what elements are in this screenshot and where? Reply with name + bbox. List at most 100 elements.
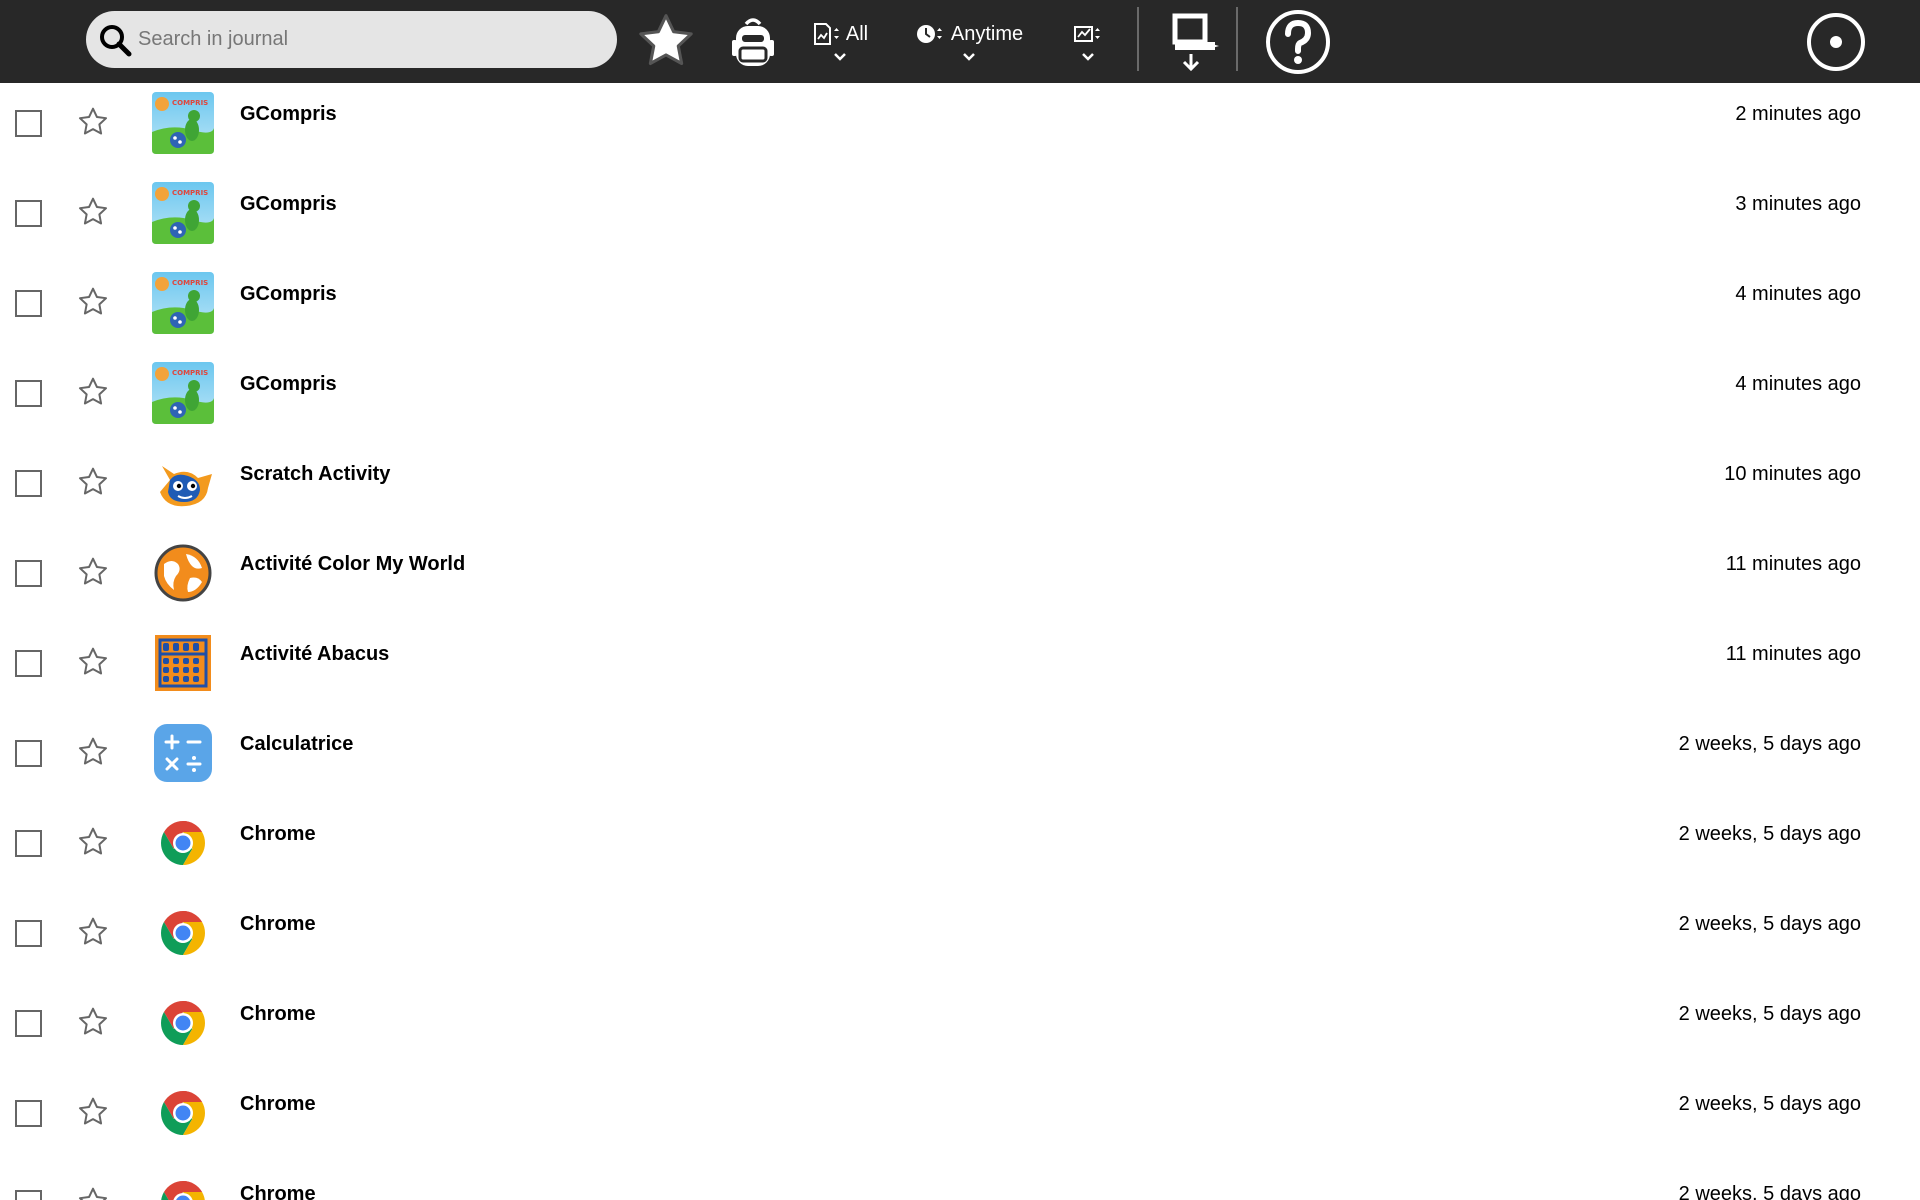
chrome-icon[interactable] bbox=[152, 1172, 214, 1200]
list-item[interactable]: Calculatrice 2 weeks, 5 days ago bbox=[0, 713, 1920, 803]
entry-title[interactable]: Chrome bbox=[240, 913, 316, 936]
entry-time: 2 weeks, 5 days ago bbox=[1678, 1003, 1861, 1025]
type-filter-label: All bbox=[845, 22, 869, 45]
gcompris-icon[interactable]: COMPRIS bbox=[152, 362, 214, 424]
list-item[interactable]: Activité Abacus 11 minutes ago bbox=[0, 623, 1920, 713]
gcompris-icon[interactable]: COMPRIS bbox=[152, 182, 214, 244]
device-download-icon bbox=[1172, 13, 1219, 72]
entry-time: 10 minutes ago bbox=[1724, 463, 1861, 485]
svg-text:COMPRIS: COMPRIS bbox=[172, 369, 208, 377]
favorite-star-icon[interactable] bbox=[76, 915, 110, 954]
entry-title[interactable]: Activité Abacus bbox=[240, 643, 389, 666]
select-checkbox[interactable] bbox=[15, 200, 42, 227]
chevron-down-icon bbox=[963, 53, 975, 61]
entry-time: 2 weeks, 5 days ago bbox=[1678, 733, 1861, 755]
help-button[interactable] bbox=[1264, 8, 1332, 76]
favorites-filter-button[interactable] bbox=[633, 8, 699, 74]
entry-title[interactable]: Activité Color My World bbox=[240, 553, 465, 576]
list-item[interactable]: COMPRIS GCompris 4 minutes ago bbox=[0, 353, 1920, 443]
select-checkbox[interactable] bbox=[15, 380, 42, 407]
favorite-star-icon[interactable] bbox=[76, 375, 110, 414]
list-item[interactable]: Chrome 2 weeks, 5 days ago bbox=[0, 803, 1920, 893]
journal-toolbar: All Anytime bbox=[0, 0, 1920, 83]
time-filter-button[interactable]: Anytime bbox=[914, 0, 1024, 83]
favorite-star-icon[interactable] bbox=[76, 735, 110, 774]
gcompris-icon[interactable]: COMPRIS bbox=[152, 92, 214, 154]
chrome-icon[interactable] bbox=[152, 902, 214, 964]
entry-title[interactable]: GCompris bbox=[240, 103, 337, 126]
entry-time: 4 minutes ago bbox=[1735, 373, 1861, 395]
backpack-button[interactable] bbox=[720, 10, 786, 76]
favorite-star-icon[interactable] bbox=[76, 1095, 110, 1134]
sort-button[interactable] bbox=[1070, 0, 1106, 83]
favorite-star-icon[interactable] bbox=[76, 1005, 110, 1044]
backpack-icon bbox=[732, 18, 774, 66]
star-filled-icon bbox=[639, 14, 693, 66]
select-checkbox[interactable] bbox=[15, 650, 42, 677]
entry-title[interactable]: Scratch Activity bbox=[240, 463, 390, 486]
list-item[interactable]: COMPRIS GCompris 4 minutes ago bbox=[0, 263, 1920, 353]
search-box[interactable] bbox=[86, 11, 617, 68]
list-item[interactable]: Chrome 2 weeks, 5 days ago bbox=[0, 983, 1920, 1073]
entry-time: 2 weeks, 5 days ago bbox=[1678, 913, 1861, 935]
entry-title[interactable]: Chrome bbox=[240, 823, 316, 846]
svg-text:COMPRIS: COMPRIS bbox=[172, 189, 208, 197]
list-item[interactable]: Scratch Activity 10 minutes ago bbox=[0, 443, 1920, 533]
entry-title[interactable]: Chrome bbox=[240, 1183, 316, 1200]
favorite-star-icon[interactable] bbox=[76, 105, 110, 144]
select-checkbox[interactable] bbox=[15, 1190, 42, 1200]
time-filter-label: Anytime bbox=[950, 22, 1024, 45]
favorite-star-icon[interactable] bbox=[76, 555, 110, 594]
select-checkbox[interactable] bbox=[15, 920, 42, 947]
entry-time: 2 weeks, 5 days ago bbox=[1678, 1093, 1861, 1115]
favorite-star-icon[interactable] bbox=[76, 645, 110, 684]
toolbar-separator bbox=[1236, 7, 1238, 71]
entry-title[interactable]: Chrome bbox=[240, 1003, 316, 1026]
select-checkbox[interactable] bbox=[15, 110, 42, 137]
type-filter-button[interactable]: All bbox=[810, 0, 870, 83]
favorite-star-icon[interactable] bbox=[76, 285, 110, 324]
select-checkbox[interactable] bbox=[15, 740, 42, 767]
list-item[interactable]: Chrome 2 weeks, 5 days ago bbox=[0, 1163, 1920, 1200]
chrome-icon[interactable] bbox=[152, 1082, 214, 1144]
copy-from-device-button[interactable] bbox=[1160, 8, 1230, 74]
search-input[interactable] bbox=[138, 28, 578, 51]
list-item[interactable]: Chrome 2 weeks, 5 days ago bbox=[0, 1073, 1920, 1163]
chrome-icon[interactable] bbox=[152, 992, 214, 1054]
select-checkbox[interactable] bbox=[15, 290, 42, 317]
select-checkbox[interactable] bbox=[15, 830, 42, 857]
entry-time: 2 weeks, 5 days ago bbox=[1678, 1183, 1861, 1200]
stop-button[interactable] bbox=[1806, 12, 1866, 72]
entry-title[interactable]: GCompris bbox=[240, 373, 337, 396]
list-item[interactable]: COMPRIS GCompris 2 minutes ago bbox=[0, 83, 1920, 173]
entry-title[interactable]: Chrome bbox=[240, 1093, 316, 1116]
favorite-star-icon[interactable] bbox=[76, 1185, 110, 1200]
entry-title[interactable]: GCompris bbox=[240, 283, 337, 306]
svg-text:COMPRIS: COMPRIS bbox=[172, 99, 208, 107]
gcompris-icon[interactable]: COMPRIS bbox=[152, 272, 214, 334]
abacus-icon[interactable] bbox=[152, 632, 214, 694]
chrome-icon[interactable] bbox=[152, 812, 214, 874]
favorite-star-icon[interactable] bbox=[76, 195, 110, 234]
chevron-down-icon bbox=[1082, 53, 1094, 61]
entry-title[interactable]: GCompris bbox=[240, 193, 337, 216]
search-icon bbox=[100, 24, 132, 56]
favorite-star-icon[interactable] bbox=[76, 465, 110, 504]
list-item[interactable]: Activité Color My World 11 minutes ago bbox=[0, 533, 1920, 623]
list-item[interactable]: Chrome 2 weeks, 5 days ago bbox=[0, 893, 1920, 983]
scratch-cat-icon[interactable] bbox=[152, 452, 214, 514]
entry-time: 2 weeks, 5 days ago bbox=[1678, 823, 1861, 845]
select-checkbox[interactable] bbox=[15, 1100, 42, 1127]
list-item[interactable]: COMPRIS GCompris 3 minutes ago bbox=[0, 173, 1920, 263]
stop-icon bbox=[1807, 13, 1865, 71]
calculator-icon[interactable] bbox=[152, 722, 214, 784]
select-checkbox[interactable] bbox=[15, 1010, 42, 1037]
globe-icon[interactable] bbox=[152, 542, 214, 604]
select-checkbox[interactable] bbox=[15, 470, 42, 497]
select-checkbox[interactable] bbox=[15, 560, 42, 587]
favorite-star-icon[interactable] bbox=[76, 825, 110, 864]
journal-list: COMPRIS GCompris 2 minutes ago COMPRIS GC… bbox=[0, 83, 1920, 1200]
help-icon bbox=[1266, 10, 1330, 74]
entry-title[interactable]: Calculatrice bbox=[240, 733, 353, 756]
activity-type-icon bbox=[813, 23, 839, 45]
